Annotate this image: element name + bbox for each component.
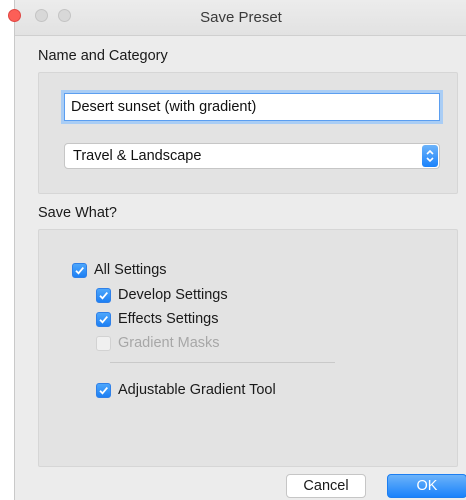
checkmark-icon[interactable]	[96, 383, 111, 398]
save-preset-dialog: Save Preset Name and Category Travel & L…	[8, 0, 466, 500]
cancel-button[interactable]: Cancel	[286, 474, 366, 498]
up-down-chevron-icon[interactable]	[422, 145, 438, 167]
title-bar: Save Preset	[8, 0, 466, 36]
checkmark-icon[interactable]	[96, 312, 111, 327]
ok-button[interactable]: OK	[387, 474, 466, 498]
name-section-label: Name and Category	[38, 48, 168, 64]
effects-settings-label: Effects Settings	[118, 311, 219, 327]
develop-settings-label: Develop Settings	[118, 287, 228, 303]
gradient-masks-label: Gradient Masks	[118, 335, 220, 351]
preset-name-input[interactable]	[64, 93, 440, 121]
checkmark-icon[interactable]	[72, 263, 87, 278]
save-what-section-label: Save What?	[38, 205, 117, 221]
window-title: Save Preset	[200, 9, 282, 26]
divider	[110, 362, 335, 363]
unchecked-box-icon	[96, 336, 111, 351]
all-settings-label: All Settings	[94, 262, 167, 278]
adjustable-gradient-tool-label: Adjustable Gradient Tool	[118, 382, 276, 398]
name-category-panel	[38, 72, 458, 194]
checkmark-icon[interactable]	[96, 288, 111, 303]
category-select-value: Travel & Landscape	[73, 148, 202, 164]
category-select[interactable]: Travel & Landscape	[64, 143, 440, 169]
